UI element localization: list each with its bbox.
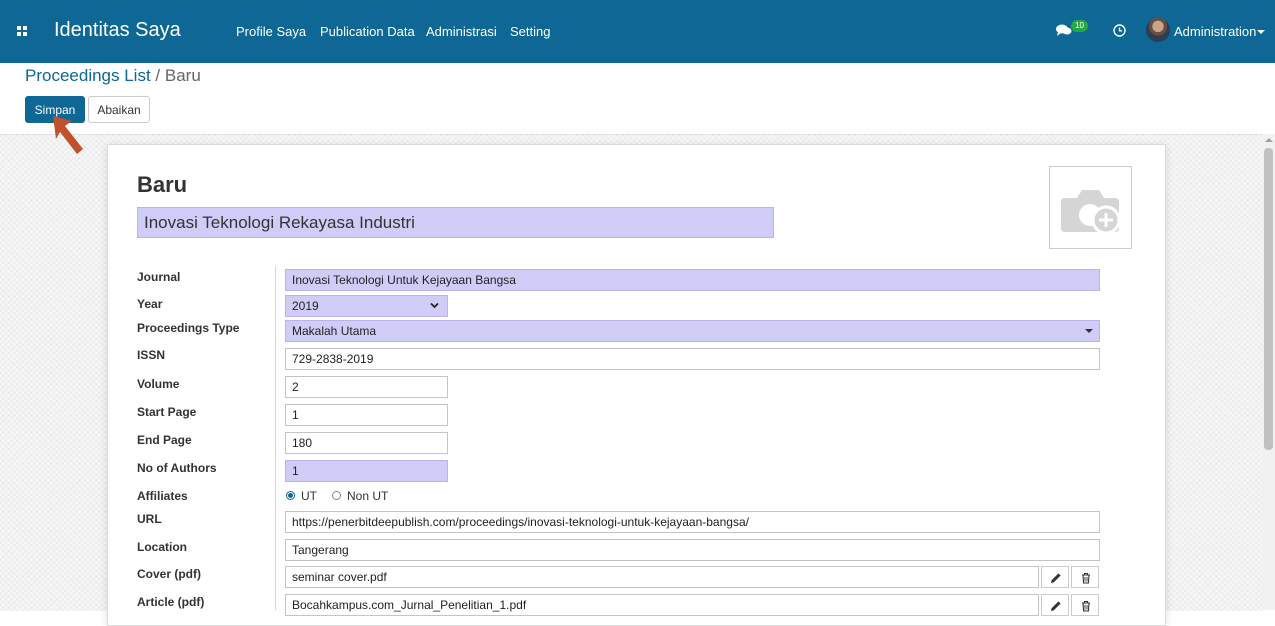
menu-setting[interactable]: Setting (510, 24, 550, 39)
label-year: Year (137, 297, 163, 311)
issn-input[interactable]: 729-2838-2019 (285, 348, 1100, 370)
journal-input[interactable]: Inovasi Teknologi Untuk Kejayaan Bangsa (285, 269, 1100, 291)
breadcrumb-separator: / (155, 66, 161, 85)
scrollbar-thumb[interactable] (1264, 148, 1273, 450)
label-start-page: Start Page (137, 405, 197, 419)
avatar[interactable] (1146, 18, 1170, 42)
label-journal: Journal (137, 270, 181, 284)
apps-grid-icon[interactable] (17, 26, 28, 37)
image-upload[interactable] (1049, 166, 1132, 249)
year-value: 2019 (292, 299, 319, 313)
location-input[interactable]: Tangerang (285, 539, 1100, 561)
label-location: Location (137, 540, 187, 554)
label-end-page: End Page (137, 433, 192, 447)
label-proceedings-type: Proceedings Type (137, 321, 240, 335)
label-issn: ISSN (137, 348, 166, 362)
form-title: Baru (137, 172, 188, 197)
breadcrumb: Proceedings List / Baru (25, 66, 201, 86)
caret-down-icon[interactable] (1257, 30, 1265, 34)
chat-count-badge: 10 (1071, 20, 1088, 32)
label-no-of-authors: No of Authors (137, 461, 217, 475)
label-url: URL (137, 512, 162, 526)
discard-button[interactable]: Abaikan (88, 96, 150, 123)
scroll-up-arrow-icon[interactable] (1265, 138, 1273, 142)
breadcrumb-current: Baru (164, 66, 201, 85)
year-select[interactable]: 2019 (285, 295, 448, 317)
affiliates-option-ut[interactable]: UT (301, 489, 317, 503)
label-affiliates: Affiliates (137, 489, 188, 503)
url-input[interactable]: https://penerbitdeepublish.com/proceedin… (285, 511, 1100, 533)
end-page-input[interactable]: 180 (285, 432, 448, 454)
pencil-icon (1051, 573, 1061, 583)
menu-administrasi[interactable]: Administrasi (426, 24, 497, 39)
volume-input[interactable]: 2 (285, 376, 448, 398)
affiliates-radio-non-ut[interactable] (332, 491, 341, 500)
field-divider (275, 266, 276, 610)
start-page-input[interactable]: 1 (285, 404, 448, 426)
chat-icon[interactable] (1056, 24, 1072, 36)
app-brand[interactable]: Identitas Saya (54, 19, 181, 42)
clock-icon[interactable] (1113, 24, 1126, 37)
article-edit-button[interactable] (1041, 594, 1069, 616)
caret-down-icon (1085, 329, 1093, 333)
pointer-arrow-icon (53, 116, 83, 154)
top-navbar: Identitas Saya Profile Saya Publication … (0, 0, 1275, 63)
trash-icon (1082, 600, 1090, 612)
pencil-icon (1051, 601, 1061, 611)
breadcrumb-proceedings-list[interactable]: Proceedings List (25, 66, 151, 85)
affiliates-option-non-ut[interactable]: Non UT (347, 489, 388, 503)
label-cover: Cover (pdf) (137, 567, 201, 581)
no-of-authors-input[interactable]: 1 (285, 460, 448, 482)
menu-profile-saya[interactable]: Profile Saya (236, 24, 306, 39)
cover-delete-button[interactable] (1071, 566, 1099, 588)
user-menu[interactable]: Administration (1174, 24, 1256, 39)
proceedings-type-select[interactable]: Makalah Utama (285, 320, 1100, 342)
cover-edit-button[interactable] (1041, 566, 1069, 588)
camera-plus-icon (1061, 190, 1121, 235)
article-file-field: Bocahkampus.com_Jurnal_Penelitian_1.pdf (285, 594, 1039, 616)
label-volume: Volume (137, 377, 180, 391)
proceedings-name-input[interactable]: Inovasi Teknologi Rekayasa Industri (137, 207, 774, 238)
proceedings-type-value: Makalah Utama (292, 324, 377, 338)
trash-icon (1082, 572, 1090, 584)
chevron-down-icon (430, 302, 439, 309)
cover-file-field: seminar cover.pdf (285, 566, 1039, 588)
label-article: Article (pdf) (137, 595, 205, 609)
article-delete-button[interactable] (1071, 594, 1099, 616)
affiliates-radio-ut[interactable] (286, 491, 295, 500)
menu-publication-data[interactable]: Publication Data (320, 24, 415, 39)
